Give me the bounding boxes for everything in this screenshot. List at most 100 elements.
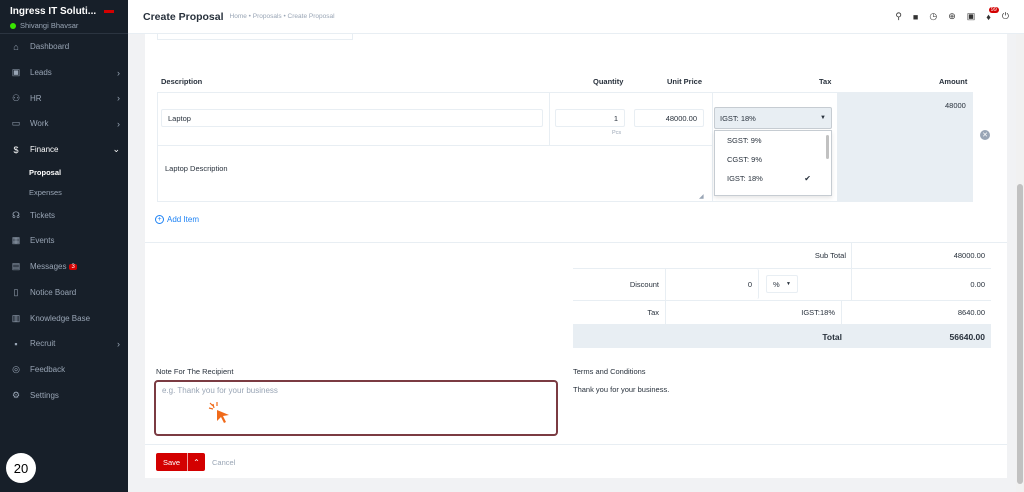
dropdown-scrollbar[interactable] [826,135,829,159]
resize-handle-icon[interactable]: ◢ [699,193,704,200]
click-cursor-icon [208,402,229,423]
proposal-form: Description Quantity Unit Price Tax Amou… [145,34,1007,478]
remove-item-icon[interactable]: ✕ [980,130,990,140]
item-amount: 48000 [945,101,966,110]
unit-price-input[interactable]: 48000.00 [634,109,704,127]
clock-icon[interactable]: ◷ [929,11,937,22]
sidebar-item-notice-board[interactable]: ▯ Notice Board [0,280,128,306]
col-description: Description [161,77,203,86]
tax-select[interactable]: IGST: 18% ▼ [714,107,832,129]
tax-option-cgst[interactable]: CGST: 9% [715,150,831,169]
checkmark-icon: ✔ [804,174,811,183]
leads-icon: ▣ [11,67,21,78]
discount-row: Discount 0 % ▼ 0.00 [573,268,991,300]
sidebar: Ingress IT Soluti... Shivangi Bhavsar ⌂ D… [0,0,128,492]
top-field-stub [157,34,353,40]
item-name-input[interactable]: Laptop [161,109,543,127]
people-icon: ⚇ [11,92,21,103]
house-icon: ⌂ [13,41,19,52]
save-button-group: Save ⌃ [156,453,205,471]
topbar: Create Proposal Home • Proposals • Creat… [128,0,1024,34]
sidebar-item-knowledge-base[interactable]: ▥ Knowledge Base [0,305,128,331]
tax-option-sgst[interactable]: SGST: 9% [715,131,831,150]
tax-name: IGST:18% [666,301,842,324]
col-tax: Tax [819,77,832,86]
quantity-input[interactable]: 1 [555,109,625,127]
col-amount: Amount [939,77,968,86]
gift-icon[interactable]: ▣ [967,11,976,22]
sidebar-item-tickets[interactable]: ☊ Tickets [0,202,128,228]
online-status-icon [10,22,16,29]
briefcase-icon: ▭ [11,118,21,129]
tax-amount: 8640.00 [957,308,985,317]
divider [145,444,1007,445]
messages-badge: 3 [69,263,77,270]
col-unit-price: Unit Price [667,77,703,86]
chevron-up-icon[interactable]: ⌃ [187,453,205,471]
calendar-icon: ▦ [11,235,21,246]
sidebar-item-proposal[interactable]: Proposal [0,162,128,182]
power-icon[interactable]: ⏻ [1002,11,1009,22]
scrollbar-thumb[interactable] [1017,184,1023,484]
brand[interactable]: Ingress IT Soluti... Shivangi Bhavsar [0,0,128,34]
user-name: Shivangi Bhavsar [20,21,79,30]
sidebar-item-feedback[interactable]: ◎ Feedback [0,357,128,383]
total-value: 56640.00 [949,331,985,342]
discount-label: Discount [573,269,666,300]
subtotal-label: Sub Total [573,243,852,268]
add-circle-icon[interactable]: ⊕ [948,11,956,22]
tax-row: Tax IGST:18% 8640.00 [573,300,991,324]
total-label: Total [822,331,842,342]
save-button[interactable]: Save [156,453,188,471]
sticky-note-icon[interactable]: ■ [913,12,918,22]
caret-down-icon: ▼ [786,281,791,287]
company-name: Ingress IT Soluti... [10,6,97,17]
add-item-button[interactable]: + Add Item [155,215,199,224]
chevron-right-icon: › [117,338,120,349]
discount-input[interactable]: 0 [666,269,759,299]
chevron-right-icon: › [117,67,120,78]
chevron-right-icon: › [117,93,120,104]
tax-label: Tax [573,301,666,324]
sidebar-item-recruit[interactable]: ▪ Recruit › [0,331,128,357]
bell-icon[interactable]: ♦ 99 [986,6,999,22]
dollar-icon: $ [13,144,19,155]
total-row: Total 56640.00 [573,324,991,348]
sidebar-item-leads[interactable]: ▣ Leads › [0,60,128,86]
flag-icon [104,10,115,13]
sidebar-item-settings[interactable]: ⚙ Settings [0,382,128,408]
id-card-icon: ▪ [14,338,18,349]
chevron-down-icon: ⌄ [112,144,120,155]
tax-options-list: SGST: 9% CGST: 9% IGST: 18% ✔ [714,130,832,196]
page-scrollbar[interactable] [1016,34,1024,492]
message-icon: ▤ [11,261,21,272]
sidebar-item-dashboard[interactable]: ⌂ Dashboard [0,34,128,60]
book-icon: ▥ [11,312,21,323]
note-label: Note For The Recipient [156,367,234,376]
sidebar-item-finance[interactable]: $ Finance ⌄ [0,137,128,163]
plus-circle-icon: + [155,215,164,224]
sidebar-item-events[interactable]: ▦ Events [0,228,128,254]
sidebar-item-expenses[interactable]: Expenses [0,182,128,202]
search-icon[interactable]: ⚲ [895,11,902,22]
subtotal-row: Sub Total 48000.00 [573,242,991,268]
sidebar-item-work[interactable]: ▭ Work › [0,111,128,137]
item-description[interactable]: Laptop Description [165,164,228,173]
tax-option-igst[interactable]: IGST: 18% ✔ [715,169,831,188]
sidebar-item-messages[interactable]: ▤ Messages 3 [0,254,128,280]
notification-count: 99 [988,6,999,13]
col-quantity: Quantity [593,77,624,86]
terms-text[interactable]: Thank you for your business. [573,385,669,394]
breadcrumb[interactable]: Home • Proposals • Create Proposal [230,13,335,20]
sidebar-item-hr[interactable]: ⚇ HR › [0,85,128,111]
discount-amount: 0.00 [970,280,985,289]
cancel-button[interactable]: Cancel [212,458,235,467]
caret-down-icon: ▼ [820,115,826,121]
headset-icon: ☊ [12,209,20,220]
feedback-icon: ◎ [12,363,20,374]
discount-type-select[interactable]: % ▼ [766,275,798,293]
terms-label: Terms and Conditions [573,367,646,376]
chevron-right-icon: › [117,118,120,129]
page-title: Create Proposal [143,10,224,23]
subtotal-value: 48000.00 [953,251,985,260]
